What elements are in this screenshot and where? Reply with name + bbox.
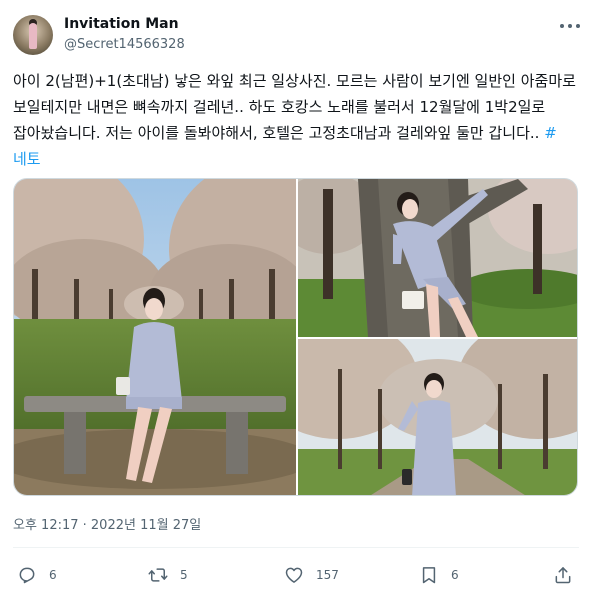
photo-1-image: [14, 179, 296, 495]
more-dot-icon: [576, 24, 580, 28]
avatar[interactable]: [13, 15, 53, 55]
retweet-icon: [148, 568, 168, 582]
tweet-body: 아이 2(남편)+1(초대남) 낳은 와잎 최근 일상사진. 모르는 사람이 보…: [13, 72, 576, 142]
retweet-button[interactable]: 5: [148, 564, 188, 586]
bookmark-button[interactable]: 6: [419, 564, 459, 586]
avatar-figure-body: [29, 23, 37, 49]
share-button[interactable]: [553, 564, 573, 586]
divider: [13, 547, 579, 548]
photo-2[interactable]: [298, 179, 577, 337]
bookmark-count: 6: [451, 568, 459, 582]
display-name[interactable]: Invitation Man: [64, 16, 179, 32]
reply-count: 6: [49, 568, 57, 582]
retweet-count: 5: [180, 568, 188, 582]
media-grid: [13, 178, 578, 496]
photo-3-image: [298, 339, 577, 495]
share-icon: [555, 567, 571, 584]
more-dot-icon: [560, 24, 564, 28]
like-count: 157: [316, 568, 339, 582]
heart-icon: [285, 567, 303, 583]
tweet-timestamp[interactable]: 오후 12:17 · 2022년 11월 27일: [13, 514, 201, 533]
photo-3[interactable]: [298, 339, 577, 495]
reply-icon: [19, 567, 35, 584]
reply-button[interactable]: 6: [17, 564, 57, 586]
tweet-text: 아이 2(남편)+1(초대남) 낳은 와잎 최근 일상사진. 모르는 사람이 보…: [13, 68, 579, 172]
user-handle[interactable]: @Secret14566328: [64, 37, 185, 52]
tweet: Invitation Man @Secret14566328 아이 2(남편)+…: [0, 0, 592, 594]
photo-1[interactable]: [14, 179, 296, 495]
bookmark-icon: [422, 567, 436, 584]
more-options-button[interactable]: [560, 18, 580, 34]
more-dot-icon: [568, 24, 572, 28]
like-button[interactable]: 157: [284, 564, 339, 586]
photo-2-image: [298, 179, 577, 337]
